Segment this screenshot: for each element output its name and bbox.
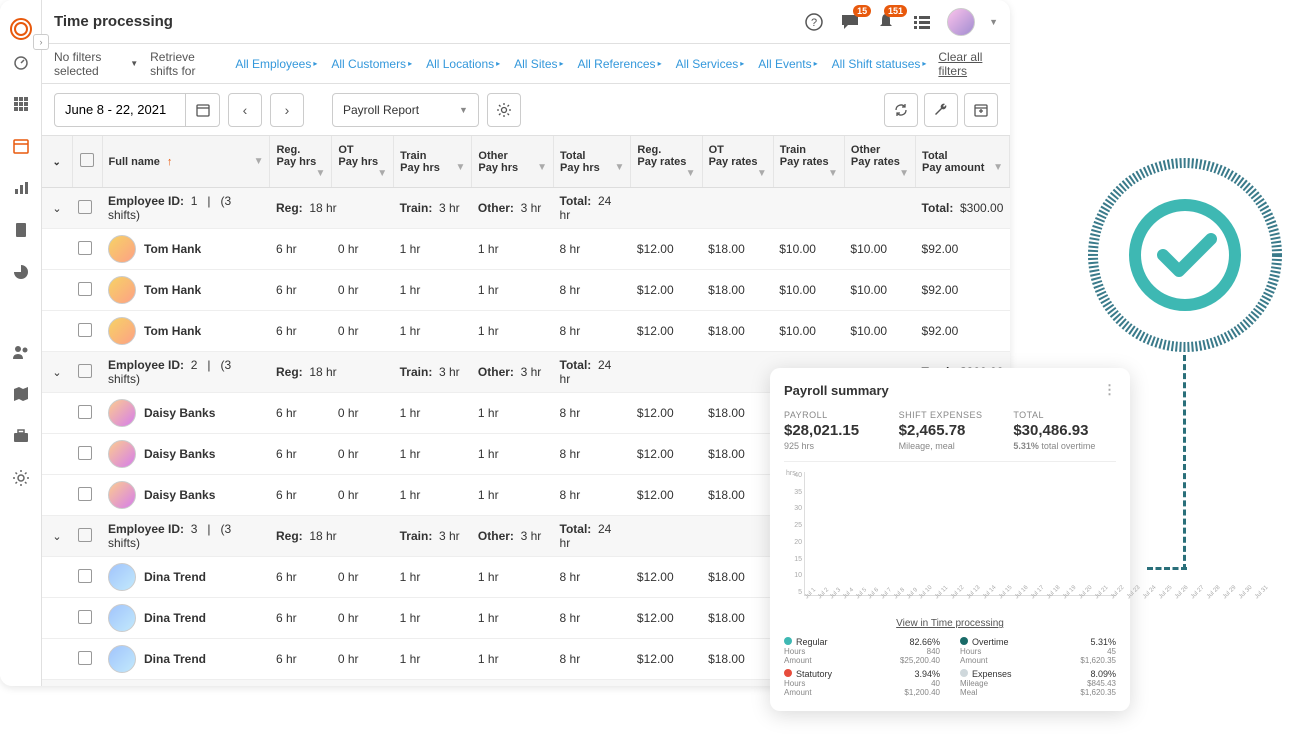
map-icon[interactable]: [9, 382, 33, 406]
settings-button[interactable]: [487, 93, 521, 127]
gear-icon[interactable]: [9, 466, 33, 490]
summary-title: Payroll summary: [784, 383, 889, 398]
clock-icon[interactable]: [9, 260, 33, 284]
col-ot-rates[interactable]: OT Pay rates▼: [702, 136, 773, 188]
chat-icon[interactable]: 15: [839, 11, 861, 33]
summary-menu-icon[interactable]: ⋮: [1103, 382, 1116, 398]
calendar-icon[interactable]: [9, 134, 33, 158]
svg-text:?: ?: [811, 17, 817, 29]
dashboard-icon[interactable]: [9, 50, 33, 74]
metric-payroll-label: PAYROLL: [784, 410, 887, 420]
connector-line-v: [1183, 355, 1186, 570]
user-avatar[interactable]: [947, 8, 975, 36]
chart-icon[interactable]: [9, 176, 33, 200]
metric-expenses-sub: Mileage, meal: [899, 441, 1002, 451]
refresh-button[interactable]: [884, 93, 918, 127]
list-icon[interactable]: [911, 11, 933, 33]
people-icon[interactable]: [9, 340, 33, 364]
topbar: Time processing ? 15 151 ▼: [42, 0, 1010, 44]
col-train-rates[interactable]: Train Pay rates▼: [773, 136, 844, 188]
group-row[interactable]: ⌄ Employee ID: 1 | (3 shifts) Reg: 18 hr…: [42, 188, 1010, 229]
filter-link[interactable]: All References ▸: [578, 57, 662, 71]
chat-badge: 15: [853, 5, 871, 17]
summary-chart: hrs 403530252015105 Jul 1Jul 2Jul 3Jul 4…: [784, 472, 1116, 612]
col-ot-hrs[interactable]: OT Pay hrs▼: [332, 136, 394, 188]
col-train-hrs[interactable]: Train Pay hrs▼: [394, 136, 472, 188]
filter-link[interactable]: All Events ▸: [758, 57, 817, 71]
next-button[interactable]: ›: [270, 93, 304, 127]
table-row[interactable]: Tom Hank 6 hr0 hr1 hr1 hr8 hr $12.00$18.…: [42, 229, 1010, 270]
connector-line-h: [1147, 567, 1187, 570]
bell-badge: 151: [884, 5, 907, 17]
col-reg-rates[interactable]: Reg. Pay rates▼: [631, 136, 702, 188]
page-title: Time processing: [54, 13, 803, 30]
date-range-input[interactable]: [55, 102, 185, 117]
help-icon[interactable]: ?: [803, 11, 825, 33]
col-fullname[interactable]: Full name ▼↑: [102, 136, 270, 188]
col-other-hrs[interactable]: Other Pay hrs▼: [472, 136, 554, 188]
col-total-hrs[interactable]: Total Pay hrs▼: [554, 136, 631, 188]
prev-button[interactable]: ‹: [228, 93, 262, 127]
filter-link[interactable]: All Services ▸: [676, 57, 745, 71]
filter-link[interactable]: All Employees ▸: [235, 57, 317, 71]
date-range-picker[interactable]: [54, 93, 220, 127]
metric-expenses-value: $2,465.78: [899, 422, 1002, 439]
metric-total-value: $30,486.93: [1013, 422, 1116, 439]
retrieve-label: Retrieve shifts for: [150, 50, 223, 78]
metric-payroll-sub: 925 hrs: [784, 441, 887, 451]
filter-link[interactable]: All Shift statuses ▸: [832, 57, 927, 71]
toolbar: ‹ › Payroll Report▼: [42, 84, 1010, 136]
payroll-summary-card: Payroll summary ⋮ PAYROLL $28,021.15 925…: [770, 368, 1130, 711]
sidebar: ›: [0, 0, 42, 686]
calendar-button[interactable]: [185, 93, 219, 127]
success-check-badge: [1085, 155, 1285, 355]
grid-icon[interactable]: [9, 92, 33, 116]
table-row[interactable]: Tom Hank 6 hr0 hr1 hr1 hr8 hr $12.00$18.…: [42, 311, 1010, 352]
briefcase-icon[interactable]: [9, 424, 33, 448]
filter-link[interactable]: All Locations ▸: [426, 57, 500, 71]
clear-filters-link[interactable]: Clear all filters: [938, 50, 998, 78]
col-checkbox[interactable]: [72, 136, 102, 188]
filter-link[interactable]: All Customers ▸: [331, 57, 412, 71]
col-expand[interactable]: ⌄: [42, 136, 72, 188]
table-row[interactable]: Tom Hank 6 hr0 hr1 hr1 hr8 hr $12.00$18.…: [42, 270, 1010, 311]
view-in-time-processing-link[interactable]: View in Time processing: [784, 618, 1116, 629]
col-other-rates[interactable]: Other Pay rates▼: [844, 136, 915, 188]
tools-button[interactable]: [924, 93, 958, 127]
clipboard-icon[interactable]: [9, 218, 33, 242]
sidebar-toggle[interactable]: ›: [33, 34, 49, 50]
metric-payroll-value: $28,021.15: [784, 422, 887, 439]
bell-icon[interactable]: 151: [875, 11, 897, 33]
filter-link[interactable]: All Sites ▸: [514, 57, 563, 71]
filter-bar: No filters selected ▼ Retrieve shifts fo…: [42, 44, 1010, 84]
col-reg-hrs[interactable]: Reg. Pay hrs▼: [270, 136, 332, 188]
user-menu-caret[interactable]: ▼: [989, 17, 998, 27]
metric-total-label: TOTAL: [1013, 410, 1116, 420]
report-dropdown[interactable]: Payroll Report▼: [332, 93, 479, 127]
no-filters-dropdown[interactable]: No filters selected ▼: [54, 50, 138, 78]
schedule-button[interactable]: [964, 93, 998, 127]
metric-expenses-label: SHIFT EXPENSES: [899, 410, 1002, 420]
col-total-amount[interactable]: Total Pay amount▼: [916, 136, 1010, 188]
